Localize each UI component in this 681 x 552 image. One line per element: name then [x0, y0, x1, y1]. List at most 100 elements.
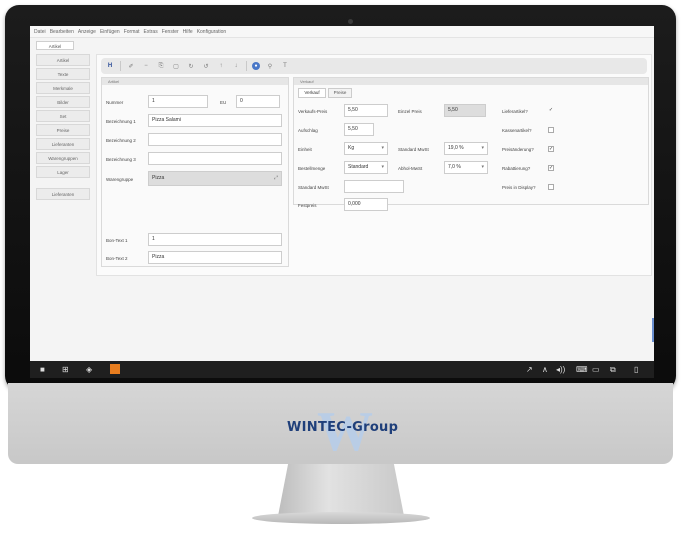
lookup-icon[interactable]: ⤢ [274, 172, 278, 185]
einzelpreis-field: 5,50 [444, 104, 486, 117]
sidebar-item-lieferanten[interactable]: Lieferanten [36, 138, 90, 150]
arrow-up-icon[interactable]: ↑ [216, 61, 226, 71]
check-rabattierung[interactable]: ✓ [548, 165, 554, 171]
edit-icon[interactable]: ✐ [126, 61, 136, 71]
check-kassenartikel[interactable] [548, 127, 554, 133]
sales-panel-header: Verkauf [294, 78, 648, 85]
festpreis-label: Festpreis [298, 203, 317, 208]
taskbar: ■ ⊞ ◈ ↗ ∧ ◂)) ⌨ ▭ ⧉ ▯ [30, 361, 654, 378]
main-content: H ✐ − ⎘ ▢ ↻ ↺ ↑ ↓ ● ⚲ T Artikel Nummer 1… [96, 54, 652, 276]
notification-icon[interactable]: ▯ [634, 365, 638, 374]
tab-preise[interactable]: Preise [328, 88, 352, 98]
bezeichnung3-field[interactable] [148, 152, 282, 165]
volume-icon[interactable]: ◂)) [556, 365, 565, 374]
arrow-icon[interactable]: ↗ [526, 365, 533, 374]
nummer-field[interactable]: 1 [148, 95, 208, 108]
festpreis-field[interactable]: 0,000 [344, 198, 388, 211]
keyboard-icon[interactable]: ⌨ [576, 365, 588, 374]
article-panel-header: Artikel [102, 78, 288, 85]
task-view-icon[interactable]: ⊞ [62, 365, 69, 374]
user-icon[interactable]: ⚲ [265, 61, 275, 71]
scrollbar[interactable] [652, 318, 654, 342]
aufschlag-field[interactable]: 5,50 [344, 123, 374, 136]
sidebar-item-bilder[interactable]: Bilder [36, 96, 90, 108]
toolbar-divider [246, 61, 247, 71]
check-lieferartikel[interactable]: ✓ [548, 108, 554, 114]
abhol-mwst-select[interactable]: 7,0 % ▾ [444, 161, 488, 174]
nummer-label: Nummer [106, 100, 124, 105]
app-pinned-icon[interactable]: ◈ [86, 365, 92, 374]
einheit-value: Kg [348, 145, 355, 151]
refresh-icon[interactable]: ↻ [186, 61, 196, 71]
document-icon[interactable]: ▢ [171, 61, 181, 71]
chevron-down-icon: ▾ [481, 145, 484, 151]
chevron-down-icon: ▾ [381, 145, 384, 151]
menu-item-bearbeiten[interactable]: Bearbeiten [50, 29, 74, 35]
verkaufspreis-field[interactable]: 5,50 [344, 104, 388, 117]
brand-logo: W WINTEC-Group [287, 404, 398, 460]
bezeichnung2-label: Bezeichnung 2 [106, 138, 136, 143]
einheit-select[interactable]: Kg ▾ [344, 142, 388, 155]
bestellmenge-label: Bestellmenge [298, 166, 326, 171]
save-icon[interactable]: H [105, 61, 115, 71]
sidebar-item-warengruppen[interactable]: Warengruppen [36, 152, 90, 164]
webcam-icon [348, 19, 353, 24]
bontext2-field[interactable]: Pizza [148, 251, 282, 264]
menu-item-hilfe[interactable]: Hilfe [183, 29, 193, 35]
menu-item-datei[interactable]: Datei [34, 29, 46, 35]
sidebar-item-set[interactable]: Set [36, 110, 90, 122]
clock-icon[interactable]: ⧉ [610, 365, 616, 374]
bezeichnung2-field[interactable] [148, 133, 282, 146]
menu-item-einfuegen[interactable]: Einfügen [100, 29, 120, 35]
standard-ust-field[interactable] [344, 180, 404, 193]
menu-bar: Datei Bearbeiten Anzeige Einfügen Format… [30, 26, 654, 38]
menu-item-konfiguration[interactable]: Konfiguration [197, 29, 226, 35]
standard-mwst-select[interactable]: 19,0 % ▾ [444, 142, 488, 155]
sales-panel: Verkauf Verkauf Preise Verkaufs-Preis 5,… [293, 77, 649, 211]
menu-item-format[interactable]: Format [124, 29, 140, 35]
select-icon[interactable]: ● [252, 62, 260, 70]
tab-verkauf[interactable]: Verkauf [298, 88, 326, 98]
ean-field[interactable]: 0 [236, 95, 280, 108]
warengruppe-value: Pizza [152, 175, 165, 181]
standard-mwst-value: 19,0 % [448, 145, 464, 151]
standard-ust-label: Standard MwSt [298, 185, 329, 190]
chevron-up-icon[interactable]: ∧ [542, 365, 548, 374]
app-window: Datei Bearbeiten Anzeige Einfügen Format… [30, 26, 654, 378]
sidebar-item-artikel[interactable]: Artikel [36, 54, 90, 66]
menu-item-anzeige[interactable]: Anzeige [78, 29, 96, 35]
menu-item-fenster[interactable]: Fenster [162, 29, 179, 35]
abhol-mwst-value: 7,0 % [448, 164, 461, 170]
abhol-mwst-label: Abhol-MwSt [398, 166, 423, 171]
sidebar-item-preise[interactable]: Preise [36, 124, 90, 136]
copy-icon[interactable]: ⎘ [156, 61, 166, 71]
text-icon[interactable]: T [280, 61, 290, 71]
bestellmenge-select[interactable]: Standard ▾ [344, 161, 388, 174]
bezeichnung1-field[interactable]: Pizza Salami [148, 114, 282, 127]
sidebar-item-lager[interactable]: Lager [36, 166, 90, 178]
arrow-down-icon[interactable]: ↓ [231, 61, 241, 71]
check-label-kassenartikel: Kassenartikel? [502, 128, 532, 133]
start-icon[interactable]: ■ [40, 365, 45, 374]
document-tab[interactable]: Artikel [36, 41, 74, 50]
bontext2-label: Bon-Text 2 [106, 256, 128, 261]
sidebar-item-footer[interactable]: Lieferanten [36, 188, 90, 200]
menu-item-extras[interactable]: Extras [144, 29, 158, 35]
undo-icon[interactable]: ↺ [201, 61, 211, 71]
ean-label: EU [220, 100, 227, 105]
warengruppe-label: Warengruppe [106, 177, 134, 182]
bontext1-field[interactable]: 1 [148, 233, 282, 246]
warengruppe-select[interactable]: Pizza ⤢ [148, 171, 282, 186]
check-preisaenderung[interactable]: ✓ [548, 146, 554, 152]
app-running-icon[interactable] [110, 364, 120, 374]
check-label-preisaenderung: Preisänderung? [502, 147, 534, 152]
minus-icon[interactable]: − [141, 61, 151, 71]
sidebar-item-texte[interactable]: Texte [36, 68, 90, 80]
aufschlag-label: Aufschlag [298, 128, 318, 133]
sidebar-item-merkmale[interactable]: Merkmale [36, 82, 90, 94]
check-label-lieferartikel: Lieferartikel? [502, 109, 528, 114]
display-icon[interactable]: ▭ [592, 365, 600, 374]
check-label-rabattierung: Rabattierung? [502, 166, 531, 171]
sidebar: Artikel Texte Merkmale Bilder Set Preise… [36, 54, 90, 202]
check-preis-display[interactable] [548, 184, 554, 190]
